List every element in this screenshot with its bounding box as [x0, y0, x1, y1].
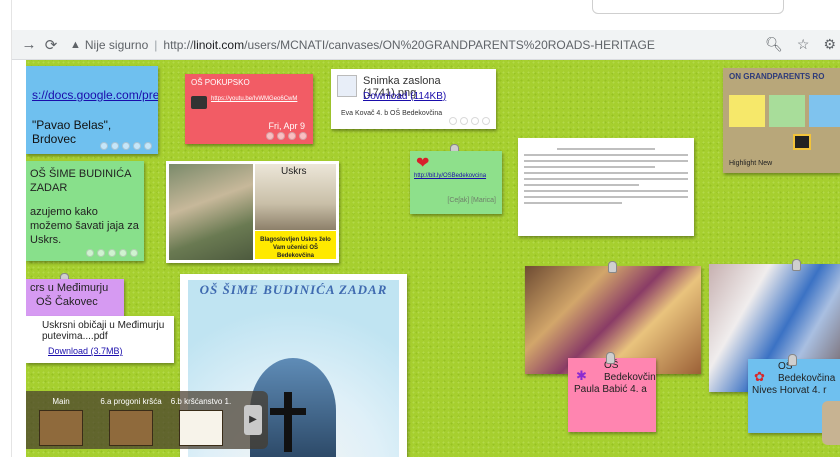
- pin-icon: [788, 354, 797, 366]
- file-icon: [337, 75, 357, 97]
- color-swatch-blue[interactable]: [809, 95, 840, 127]
- note-link[interactable]: s://docs.google.com/preser: [32, 88, 158, 102]
- security-label: Nije sigurno: [84, 37, 149, 52]
- canvas-thumbnail: [109, 410, 153, 446]
- url-field[interactable]: http://linoit.com/users/MCNATI/canvases/…: [163, 38, 654, 52]
- security-indicator[interactable]: ▲ Nije sigurno: [70, 38, 148, 52]
- download-link[interactable]: Download (3.7MB): [48, 346, 168, 356]
- text-line: [556, 148, 656, 150]
- canvas-tab-main[interactable]: Main: [28, 397, 94, 446]
- color-swatch-green[interactable]: [769, 95, 805, 127]
- note-date: Fri, Apr 9: [268, 121, 305, 131]
- text-line: [524, 166, 656, 168]
- sticky-note-cakovec[interactable]: crs u Međimurju OŠ Čakovec: [26, 279, 124, 321]
- url-path: /users/MCNATI/canvases/ON%20GRANDPARENTS…: [244, 37, 655, 52]
- note-controls[interactable]: [449, 117, 490, 125]
- note-title: crs u Međimurju: [30, 282, 109, 294]
- sticky-note-document-screenshot[interactable]: [518, 138, 694, 236]
- note-controls[interactable]: [86, 249, 138, 257]
- photo-caption: Blagoslovljen Uskrs želo Vam učenici OŠ …: [255, 231, 336, 259]
- butterfly-icon: ✱: [576, 368, 587, 383]
- url-prefix: http://: [163, 37, 194, 52]
- note-text: azujemo kako možemo šavati jaja za Uskrs…: [30, 206, 139, 246]
- canvas-tab-label: Main: [52, 397, 70, 406]
- photo: [169, 164, 253, 260]
- sticky-note-file[interactable]: Snimka zaslona (1741).png Download (114K…: [331, 69, 496, 129]
- photo: Uskrs: [255, 164, 336, 230]
- pin-icon: [792, 259, 801, 271]
- next-arrow-icon[interactable]: ▶: [244, 405, 262, 435]
- file-name: Uskrsni običaji u Međimurju putevima....…: [42, 320, 165, 342]
- note-title: OŠ ŠIME BUDINIĆA ZADAR: [30, 168, 131, 194]
- canvas-thumbnail: [39, 410, 83, 446]
- text-line: [524, 178, 688, 180]
- sticky-note-pdf[interactable]: Uskrsni običaji u Međimurju putevima....…: [26, 316, 174, 363]
- sticky-note-bedekovcina-link[interactable]: ❤ http://bit.ly/OSBedekovcina [Ceʃak] [M…: [410, 151, 502, 214]
- tab[interactable]: [592, 0, 784, 14]
- canvas-thumbnail: [179, 410, 223, 446]
- text-line: [524, 154, 688, 156]
- note-author: Eva Kovač 4. b OŠ Bedekovčina: [341, 110, 443, 117]
- toolbar-icons: 🔍︎ ☆ ⚙: [765, 36, 836, 53]
- sticky-note-pokupsko[interactable]: OŠ POKUPSKO https://youtu.be/IvWMGeo6CwM…: [185, 74, 313, 144]
- note-author: Paula Babić 4. a: [574, 384, 647, 395]
- canvas-tab-6a[interactable]: 6.a progoni kršća: [98, 397, 164, 446]
- reload-icon[interactable]: ⟳: [40, 36, 62, 54]
- canvas-switcher: Main 6.a progoni kršća 6.b kršćanstvo 1.…: [26, 391, 268, 449]
- text-line: [524, 202, 623, 204]
- text-line: [524, 190, 688, 192]
- zoom-icon[interactable]: 🔍︎: [765, 36, 783, 53]
- pin-icon: [606, 352, 615, 364]
- canvas-tab-6b[interactable]: 6.b kršćanstvo 1.: [168, 397, 234, 446]
- url-domain: linoit.com: [193, 37, 245, 52]
- note-title: OŠ POKUPSKO: [191, 78, 250, 87]
- sticky-note-paula[interactable]: ✱ OŠ Bedekovčina Paula Babić 4. a: [568, 358, 656, 432]
- canvas-tab-label: 6.a progoni kršća: [100, 397, 162, 406]
- url-separator: |: [154, 37, 158, 52]
- note-controls[interactable]: [100, 142, 152, 150]
- back-icon[interactable]: →: [18, 36, 40, 53]
- cross-icon-bar: [270, 408, 306, 415]
- cross-icon: [284, 392, 292, 452]
- video-icon: [191, 96, 207, 109]
- text-line: [524, 172, 688, 174]
- image-title: OŠ ŠIME BUDINIĆA ZADAR: [199, 282, 388, 297]
- photo-caption: Uskrs: [281, 166, 307, 177]
- note-link[interactable]: http://bit.ly/OSBedekovcina: [414, 173, 486, 179]
- text-line: [524, 184, 639, 186]
- sticky-note-google-doc[interactable]: s://docs.google.com/preser "Pavao Belas"…: [26, 66, 158, 154]
- highlight-new[interactable]: Highlight New: [729, 160, 772, 167]
- text-line: [524, 196, 688, 198]
- color-swatch-yellow[interactable]: [729, 95, 765, 127]
- tab-strip: [0, 0, 840, 30]
- note-link[interactable]: https://youtu.be/IvWMGeo6CwM: [211, 96, 297, 102]
- side-panel-tab[interactable]: [822, 401, 840, 445]
- canvas-tab-label: 6.b kršćanstvo 1.: [170, 397, 232, 406]
- heart-icon: ❤: [416, 155, 430, 172]
- panel-title: ON GRANDPARENTS RO: [729, 72, 825, 81]
- warning-icon: ▲: [70, 38, 81, 51]
- pin-icon: [608, 261, 617, 273]
- extension-icon[interactable]: ⚙: [823, 36, 836, 53]
- window-edge: [0, 0, 12, 457]
- sticky-note-photo-collage[interactable]: Uskrs Blagoslovljen Uskrs želo Vam učeni…: [166, 161, 339, 263]
- flower-icon: ✿: [754, 369, 765, 384]
- image-icon[interactable]: [793, 134, 811, 150]
- note-author: Nives Horvat 4. r: [752, 385, 827, 396]
- download-link[interactable]: Download (114KB): [363, 91, 446, 102]
- note-controls[interactable]: [266, 132, 307, 140]
- address-bar: → ⟳ ▲ Nije sigurno | http://linoit.com/u…: [12, 30, 840, 60]
- sticky-note-zadar[interactable]: OŠ ŠIME BUDINIĆA ZADAR azujemo kako može…: [26, 161, 144, 261]
- note-school: OŠ Bedekovčina: [778, 361, 836, 384]
- text-line: [524, 160, 688, 162]
- note-author: [Ceʃak] [Marica]: [447, 197, 496, 204]
- star-icon[interactable]: ☆: [797, 36, 810, 53]
- canvas-panel[interactable]: ON GRANDPARENTS RO Highlight New: [723, 68, 840, 173]
- note-subtitle: OŠ Čakovec: [36, 296, 98, 308]
